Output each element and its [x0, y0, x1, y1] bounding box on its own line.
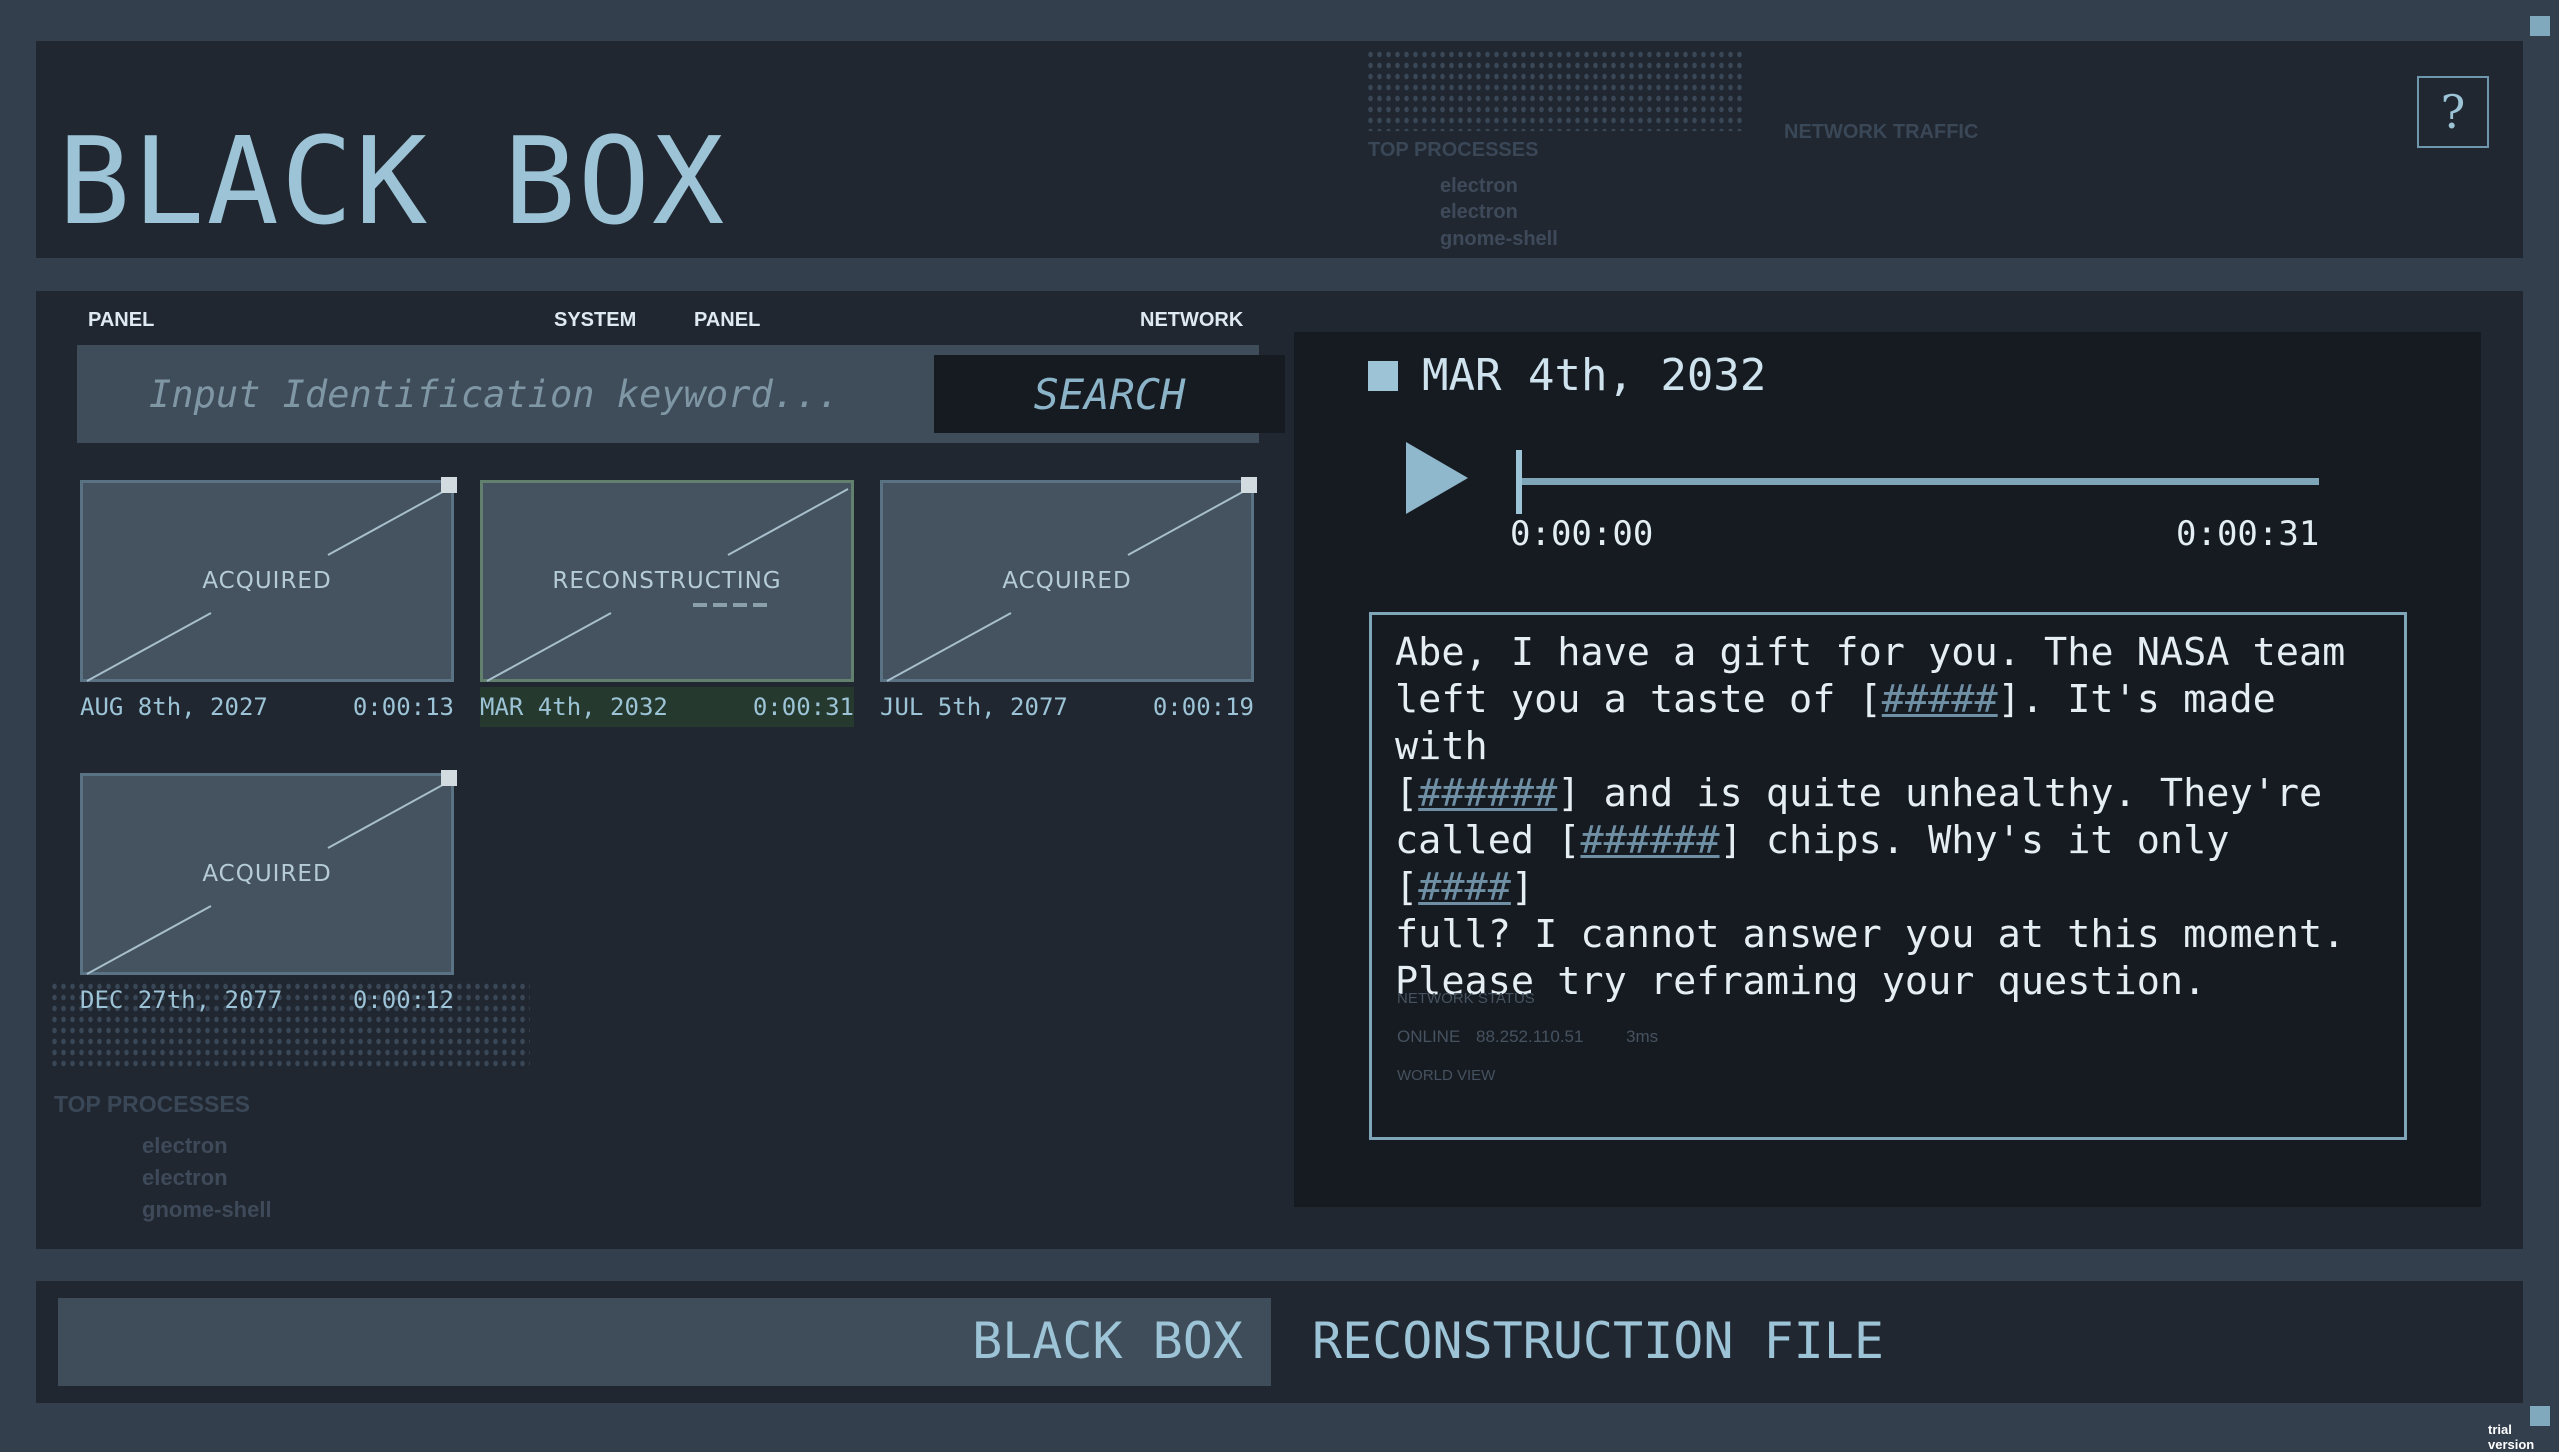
ghost-ping: 3ms	[1626, 1027, 1659, 1046]
playback-track[interactable]	[1516, 478, 2319, 485]
file-date: DEC 27th, 2077	[80, 986, 283, 1014]
file-meta: MAR 4th, 2032 0:00:31	[480, 687, 854, 727]
file-duration: 0:00:19	[1152, 693, 1254, 721]
redacted-word: ######	[1418, 771, 1558, 816]
footer-tab-black-box[interactable]: BLACK BOX	[58, 1298, 1271, 1386]
file-meta: AUG 8th, 2027 0:00:13	[80, 687, 454, 727]
ghost-network-traffic: NETWORK TRAFFIC	[1784, 121, 1979, 143]
panel-label: PANEL	[694, 309, 761, 331]
ghost-top-processes: TOP PROCESSES	[54, 1091, 250, 1117]
ghost-process: electron	[1440, 201, 1518, 223]
time-total: 0:00:31	[2176, 514, 2320, 554]
time-current: 0:00:00	[1510, 514, 1654, 554]
corner-marker	[1241, 477, 1257, 493]
ghost-world-view: WORLD VIEW	[1397, 1067, 1496, 1084]
search-bar: SEARCH	[77, 345, 1285, 443]
redacted-word: #####	[1881, 677, 1998, 722]
file-thumbnail[interactable]: ACQUIRED	[880, 477, 1257, 682]
file-date: MAR 4th, 2032	[480, 693, 668, 721]
help-button[interactable]: ?	[2417, 76, 2489, 148]
file-date: JUL 5th, 2077	[880, 693, 1068, 721]
redacted-word: ######	[1580, 818, 1720, 863]
file-status: RECONSTRUCTING	[552, 568, 782, 594]
watermark: trial version	[2488, 1422, 2535, 1452]
file-meta: JUL 5th, 2077 0:00:19	[880, 687, 1254, 727]
ghost-ip: 88.252.110.51	[1476, 1027, 1584, 1046]
ghost-dot-grid	[1366, 49, 1746, 131]
file-thumbnail[interactable]: RECONSTRUCTING	[480, 480, 854, 682]
file-thumbnail[interactable]: ACQUIRED	[80, 477, 457, 682]
file-meta: DEC 27th, 2077 0:00:12	[80, 980, 454, 1020]
corner-marker	[441, 477, 457, 493]
network-label: NETWORK	[1140, 309, 1244, 331]
transcript-text: Abe, I have a gift for you. The NASA tea…	[1395, 629, 2385, 1005]
ghost-top-processes: TOP PROCESSES	[1368, 139, 1539, 161]
record-marker-icon	[1368, 361, 1398, 391]
footer-panel: BLACK BOX RECONSTRUCTION FILE	[36, 1281, 2523, 1403]
file-date: AUG 8th, 2027	[80, 693, 268, 721]
ghost-network-status: NETWORK STATUS	[1397, 990, 1535, 1007]
detail-panel: MAR 4th, 2032 0:00:00 0:00:31 Abe, I hav…	[1294, 332, 2481, 1207]
file-duration: 0:00:13	[352, 693, 454, 721]
file-duration: 0:00:31	[752, 693, 854, 721]
system-label: SYSTEM	[554, 309, 637, 331]
loading-indicator	[693, 603, 767, 607]
search-button[interactable]: SEARCH	[934, 355, 1285, 433]
file-status: ACQUIRED	[202, 568, 332, 594]
corner-indicator	[2530, 16, 2550, 36]
play-icon[interactable]	[1406, 442, 1468, 514]
footer-left-label: BLACK BOX	[972, 1312, 1243, 1370]
search-input[interactable]	[77, 345, 887, 443]
detail-date: MAR 4th, 2032	[1422, 350, 1767, 401]
header-panel: BLACK BOX TOP PROCESSES electron electro…	[36, 41, 2523, 258]
ghost-process: gnome-shell	[142, 1197, 272, 1222]
file-status: ACQUIRED	[1002, 568, 1132, 594]
file-status: ACQUIRED	[202, 861, 332, 887]
ghost-online: ONLINE	[1397, 1027, 1461, 1046]
transcript-box: Abe, I have a gift for you. The NASA tea…	[1369, 612, 2407, 1140]
panel-label: PANEL	[88, 309, 155, 331]
redacted-word: ####	[1418, 865, 1511, 910]
playhead-handle[interactable]	[1516, 450, 1522, 514]
ghost-process: electron	[142, 1165, 228, 1190]
app-title: BLACK BOX	[58, 113, 727, 252]
transcript-segment: ] full? I cannot answer you at this mome…	[1395, 865, 2346, 1004]
ghost-process: gnome-shell	[1440, 228, 1558, 250]
file-thumbnail[interactable]: ACQUIRED	[80, 770, 457, 975]
footer-right-label: RECONSTRUCTION FILE	[1312, 1312, 1884, 1370]
file-duration: 0:00:12	[352, 986, 454, 1014]
ghost-process: electron	[1440, 175, 1518, 197]
main-panel: PANEL SYSTEM PANEL NETWORK SEARCH TOP PR…	[36, 291, 2523, 1249]
corner-marker	[441, 770, 457, 786]
ghost-process: electron	[142, 1133, 228, 1158]
